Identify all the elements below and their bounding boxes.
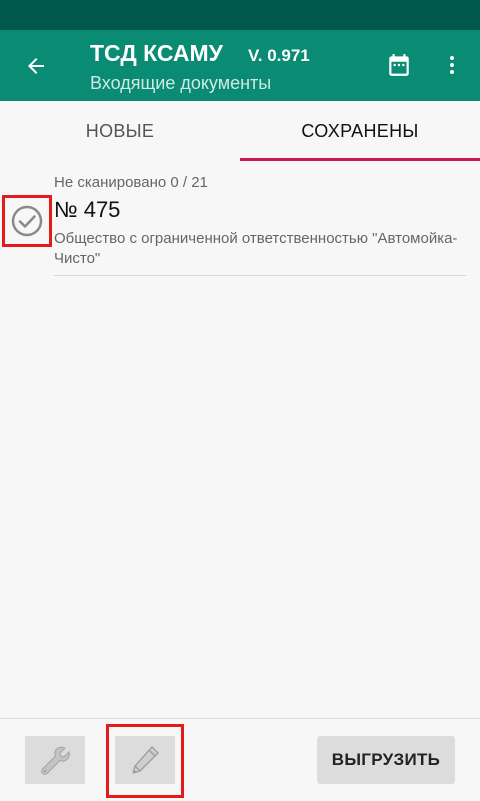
upload-button[interactable]: ВЫГРУЗИТЬ (317, 736, 455, 784)
organization-name: Общество с ограниченной ответственностью… (54, 230, 458, 267)
arrow-left-icon (28, 58, 44, 74)
app-bar: ТСД КСАМУ V. 0.971 Входящие документы (0, 30, 480, 101)
status-bar (0, 0, 480, 30)
app-version: V. 0.971 (248, 46, 310, 65)
wrench-icon (41, 746, 70, 775)
document-select-checkbox[interactable] (2, 195, 52, 247)
app-subtitle: Входящие документы (90, 73, 272, 93)
list-divider (54, 275, 466, 276)
app-title: ТСД КСАМУ (90, 40, 223, 66)
check-circle-icon (11, 205, 43, 237)
calendar-icon (389, 54, 409, 76)
scan-status: Не сканировано 0 / 21 (54, 174, 208, 191)
document-number: № 475 (54, 197, 121, 222)
pencil-icon (132, 746, 159, 774)
bottom-toolbar: ВЫГРУЗИТЬ (0, 718, 480, 801)
edit-button[interactable] (115, 736, 175, 784)
document-list-item[interactable]: Не сканировано 0 / 21 № 475 Общество с о… (0, 163, 480, 276)
settings-button[interactable] (25, 736, 85, 784)
more-options-button[interactable] (440, 50, 464, 80)
tab-bar: НОВЫЕ СОХРАНЕНЫ (0, 101, 480, 161)
tab-new[interactable]: НОВЫЕ (0, 101, 240, 161)
calendar-button[interactable] (384, 50, 414, 80)
tab-indicator (240, 158, 480, 161)
more-vert-icon (450, 56, 454, 74)
tab-saved[interactable]: СОХРАНЕНЫ (240, 101, 480, 161)
back-button[interactable] (18, 50, 54, 82)
